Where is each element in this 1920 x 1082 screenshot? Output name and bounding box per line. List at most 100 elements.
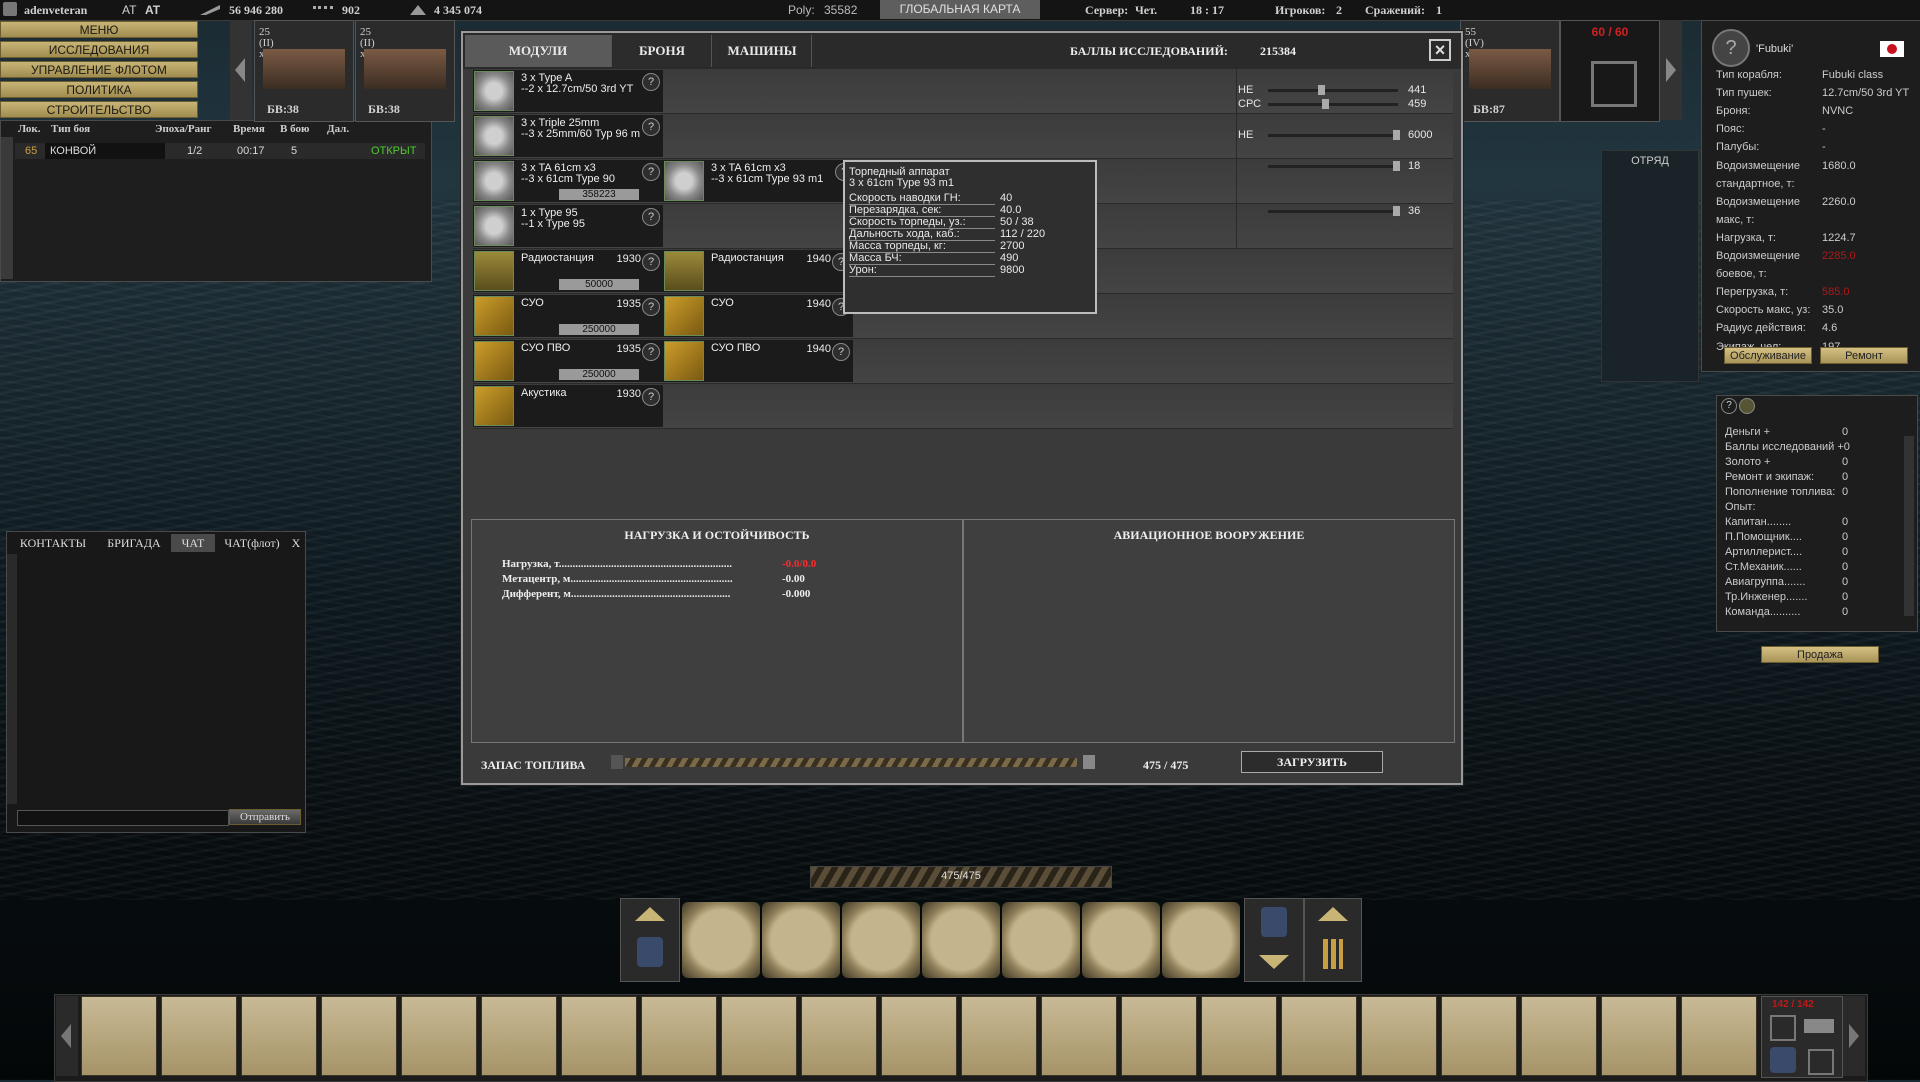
ammo-slider-aa[interactable]: НЕ 6000 [1238,129,1438,143]
ship-slot-3[interactable]: 55(IV)x1 БВ:87 [1460,20,1560,122]
inventory-slot[interactable] [401,996,477,1076]
col-header-rank[interactable]: Эпоха/Ранг [155,123,212,135]
inventory-slot[interactable] [801,996,877,1076]
inventory-slot[interactable] [1041,996,1117,1076]
politics-button[interactable]: ПОЛИТИКА [0,81,198,98]
service-button[interactable]: Обслуживание [1724,347,1812,364]
tab-armor[interactable]: БРОНЯ [613,35,712,67]
inventory-slot[interactable] [561,996,637,1076]
inventory-slot[interactable] [1121,996,1197,1076]
col-header-time[interactable]: Время [233,123,265,135]
research-button[interactable]: ИССЛЕДОВАНИЯ [0,41,198,58]
slider-handle[interactable] [1393,130,1400,140]
inventory-slot[interactable] [321,996,397,1076]
action-slot[interactable] [682,902,760,978]
help-icon[interactable]: ? [642,208,660,226]
inventory-slot[interactable] [1681,996,1757,1076]
slider-track[interactable] [1268,103,1398,106]
repair-button[interactable]: Ремонт [1820,347,1908,364]
module-aa-fire-control[interactable]: СУО ПВО 1935 250000 ? [473,340,663,382]
rewards-scrollbar[interactable] [1904,436,1914,616]
slider-handle[interactable] [1318,85,1325,95]
inventory-slot[interactable] [1601,996,1677,1076]
medal-icon[interactable] [1739,398,1755,414]
module-aa-gun[interactable]: 3 x Triple 25mm --3 x 25mm/60 Typ 96 m ? [473,115,663,157]
close-icon[interactable]: × [1429,39,1451,61]
inventory-slot[interactable] [161,996,237,1076]
module-fire-control[interactable]: СУО 1935 250000 ? [473,295,663,337]
help-icon[interactable]: ? [642,163,660,181]
battle-list-scrollbar[interactable] [1,137,13,279]
ship-slot-1[interactable]: 25(II)x1 БВ:38 [254,20,354,122]
inventory-slot[interactable] [1441,996,1517,1076]
action-slot[interactable] [762,902,840,978]
inventory-slot[interactable] [481,996,557,1076]
slider-handle[interactable] [1393,161,1400,171]
username[interactable]: adenveteran [24,3,87,18]
global-map-button[interactable]: ГЛОБАЛЬНАЯ КАРТА [880,0,1040,19]
table-row[interactable]: 65 КОНВОЙ 1/2 00:17 5 ОТКРЫТ [15,143,425,159]
module-torpedo[interactable]: 3 x TA 61cm x3 --3 x 61cm Type 90 358223… [473,160,663,202]
ships-scroll-right-button[interactable] [1660,20,1682,120]
build-new-ship-slot[interactable]: 60 / 60 [1560,20,1660,122]
inventory-slot[interactable] [721,996,797,1076]
inventory-slot[interactable] [1201,996,1277,1076]
fuel-decrease-button[interactable] [611,755,623,769]
ammo-slider-sap[interactable]: СРС 459 [1238,98,1438,112]
ships-scroll-left-button[interactable] [230,20,252,120]
help-icon[interactable]: ? [642,343,660,361]
tab-chat[interactable]: ЧАТ [171,534,215,552]
tab-fleet-chat[interactable]: ЧАТ(флот) [217,534,287,552]
tab-brigade[interactable]: БРИГАДА [99,534,169,552]
col-header-type[interactable]: Тип боя [51,123,90,135]
help-icon[interactable]: ? [642,298,660,316]
upgrade-radio[interactable]: Радиостанция 1940 ? [663,250,853,292]
action-slot[interactable] [1002,902,1080,978]
inventory-slot[interactable] [961,996,1037,1076]
help-icon[interactable]: ? [1721,398,1737,414]
slots-scroll-right-button[interactable] [1843,996,1865,1076]
module-main-gun[interactable]: 3 x Type A --2 x 12.7cm/50 3rd YT ? [473,70,663,112]
help-icon[interactable]: ? [642,73,660,91]
module-acoustics[interactable]: Акустика 1930 ? [473,385,663,427]
action-slot[interactable] [1162,902,1240,978]
load-fuel-button[interactable]: ЗАГРУЗИТЬ [1241,751,1383,773]
help-icon[interactable]: ? [642,253,660,271]
menu-button[interactable]: МЕНЮ [0,21,198,38]
inventory-slot[interactable] [81,996,157,1076]
ship-slot-2[interactable]: 25(II)x1 БВ:38 [355,20,455,122]
fleet-management-button[interactable]: УПРАВЛЕНИЕ ФЛОТОМ [0,61,198,78]
inventory-slot[interactable] [241,996,317,1076]
send-button[interactable]: Отправить [229,809,301,825]
crew-down-button[interactable] [1244,898,1304,982]
fuel-increase-button[interactable] [1083,755,1095,769]
commander-avatar[interactable]: ? [1712,29,1750,67]
help-icon[interactable]: ? [642,388,660,406]
module-radio[interactable]: Радиостанция 1930 50000 ? [473,250,663,292]
construction-button[interactable]: СТРОИТЕЛЬСТВО [0,101,198,118]
chat-input[interactable] [17,810,229,826]
help-icon[interactable]: ? [832,343,850,361]
help-icon[interactable]: ? [642,118,660,136]
slider-handle[interactable] [1393,206,1400,216]
slider-handle[interactable] [1321,99,1329,109]
slider-track[interactable] [1268,165,1398,168]
ammo-slider-depth[interactable]: 36 [1238,205,1438,219]
inventory-slot[interactable] [881,996,957,1076]
module-depth-charge[interactable]: 1 x Type 95 --1 x Type 95 ? [473,205,663,247]
inventory-slot[interactable] [641,996,717,1076]
tab-modules[interactable]: МОДУЛИ [465,35,612,67]
upgrade-fire-control[interactable]: СУО 1940 ? [663,295,853,337]
upgrade-aa-fire-control[interactable]: СУО ПВО 1940 ? [663,340,853,382]
tab-contacts[interactable]: КОНТАКТЫ [9,534,97,552]
col-header-loc[interactable]: Лок. [18,123,41,135]
inventory-slot[interactable] [1521,996,1597,1076]
col-header-inbattle[interactable]: В бою [280,123,309,135]
upgrade-torpedo[interactable]: 3 x TA 61cm x3 --3 x 61cm Type 93 m1 ? [663,160,853,202]
inventory-slot[interactable] [1361,996,1437,1076]
tab-machines[interactable]: МАШИНЫ [713,35,812,67]
col-header-status[interactable]: Дал. [327,123,349,135]
action-slot[interactable] [842,902,920,978]
fuel-slider[interactable] [625,758,1077,767]
ammo-slider-torpedo[interactable]: 18 [1238,160,1438,174]
